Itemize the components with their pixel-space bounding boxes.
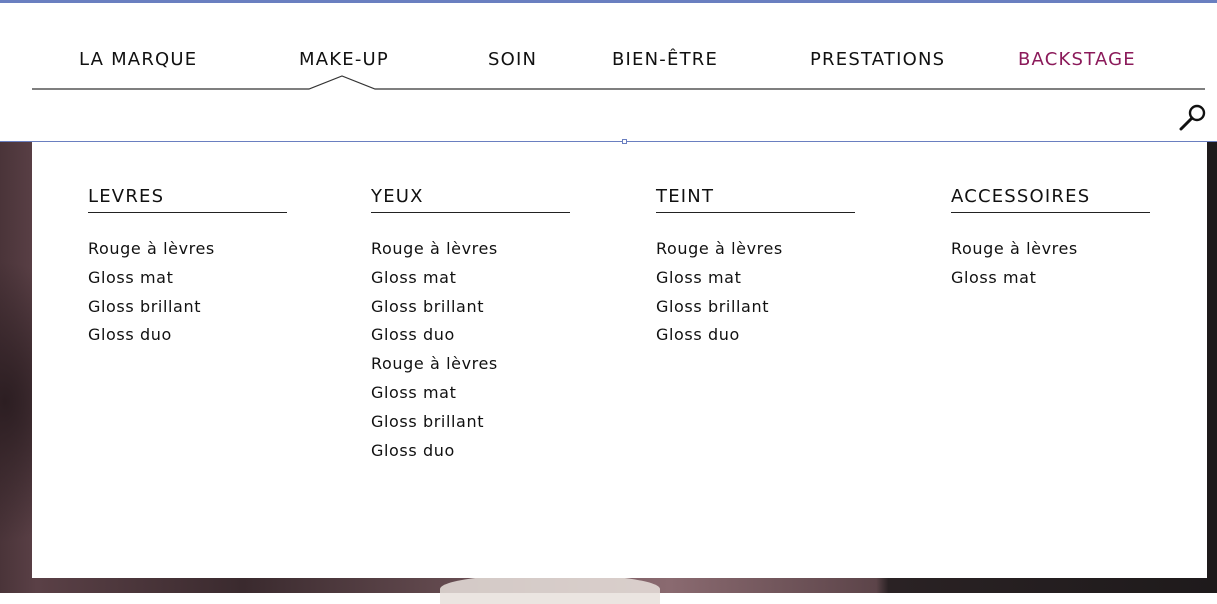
column-title: TEINT <box>656 186 855 213</box>
menu-link[interactable]: Rouge à lèvres <box>371 353 498 382</box>
nav-item-prestations[interactable]: PRESTATIONS <box>810 49 945 70</box>
menu-link[interactable]: Gloss mat <box>656 267 783 296</box>
site-header: LA MARQUE MAKE-UP SOIN BIEN-ÊTRE PRESTAT… <box>0 3 1217 142</box>
menu-link[interactable]: Gloss mat <box>951 267 1078 296</box>
menu-link[interactable]: Rouge à lèvres <box>951 238 1078 267</box>
menu-link[interactable]: Gloss brillant <box>88 296 215 325</box>
menu-link[interactable]: Gloss duo <box>656 324 783 353</box>
menu-link[interactable]: Gloss duo <box>371 324 498 353</box>
nav-item-bien-etre[interactable]: BIEN-ÊTRE <box>612 49 718 70</box>
menu-column-yeux: YEUX Rouge à lèvres Gloss mat Gloss bril… <box>371 186 570 460</box>
menu-link[interactable]: Gloss mat <box>88 267 215 296</box>
menu-link[interactable]: Gloss duo <box>88 324 215 353</box>
main-nav: LA MARQUE MAKE-UP SOIN BIEN-ÊTRE PRESTAT… <box>0 49 1217 75</box>
nav-item-backstage[interactable]: BACKSTAGE <box>1018 49 1136 70</box>
column-links: Rouge à lèvres Gloss mat <box>951 238 1078 296</box>
menu-link[interactable]: Gloss brillant <box>371 296 498 325</box>
column-links: Rouge à lèvres Gloss mat Gloss brillant … <box>88 238 215 353</box>
selection-handle <box>622 139 627 144</box>
nav-item-soin[interactable]: SOIN <box>488 49 537 70</box>
column-title: LEVRES <box>88 186 287 213</box>
menu-link[interactable]: Gloss mat <box>371 267 498 296</box>
nav-item-make-up[interactable]: MAKE-UP <box>299 49 389 70</box>
menu-column-levres: LEVRES Rouge à lèvres Gloss mat Gloss br… <box>88 186 287 344</box>
column-links: Rouge à lèvres Gloss mat Gloss brillant … <box>371 238 498 468</box>
menu-link[interactable]: Gloss brillant <box>371 411 498 440</box>
menu-link[interactable]: Rouge à lèvres <box>88 238 215 267</box>
menu-link[interactable]: Gloss brillant <box>656 296 783 325</box>
menu-link[interactable]: Gloss duo <box>371 440 498 469</box>
menu-column-teint: TEINT Rouge à lèvres Gloss mat Gloss bri… <box>656 186 855 344</box>
menu-link[interactable]: Rouge à lèvres <box>656 238 783 267</box>
search-icon[interactable] <box>1178 103 1208 133</box>
column-title: ACCESSOIRES <box>951 186 1150 213</box>
menu-link[interactable]: Rouge à lèvres <box>371 238 498 267</box>
menu-column-accessoires: ACCESSOIRES Rouge à lèvres Gloss mat <box>951 186 1150 287</box>
column-links: Rouge à lèvres Gloss mat Gloss brillant … <box>656 238 783 353</box>
column-title: YEUX <box>371 186 570 213</box>
menu-link[interactable]: Gloss mat <box>371 382 498 411</box>
nav-item-la-marque[interactable]: LA MARQUE <box>79 49 197 70</box>
